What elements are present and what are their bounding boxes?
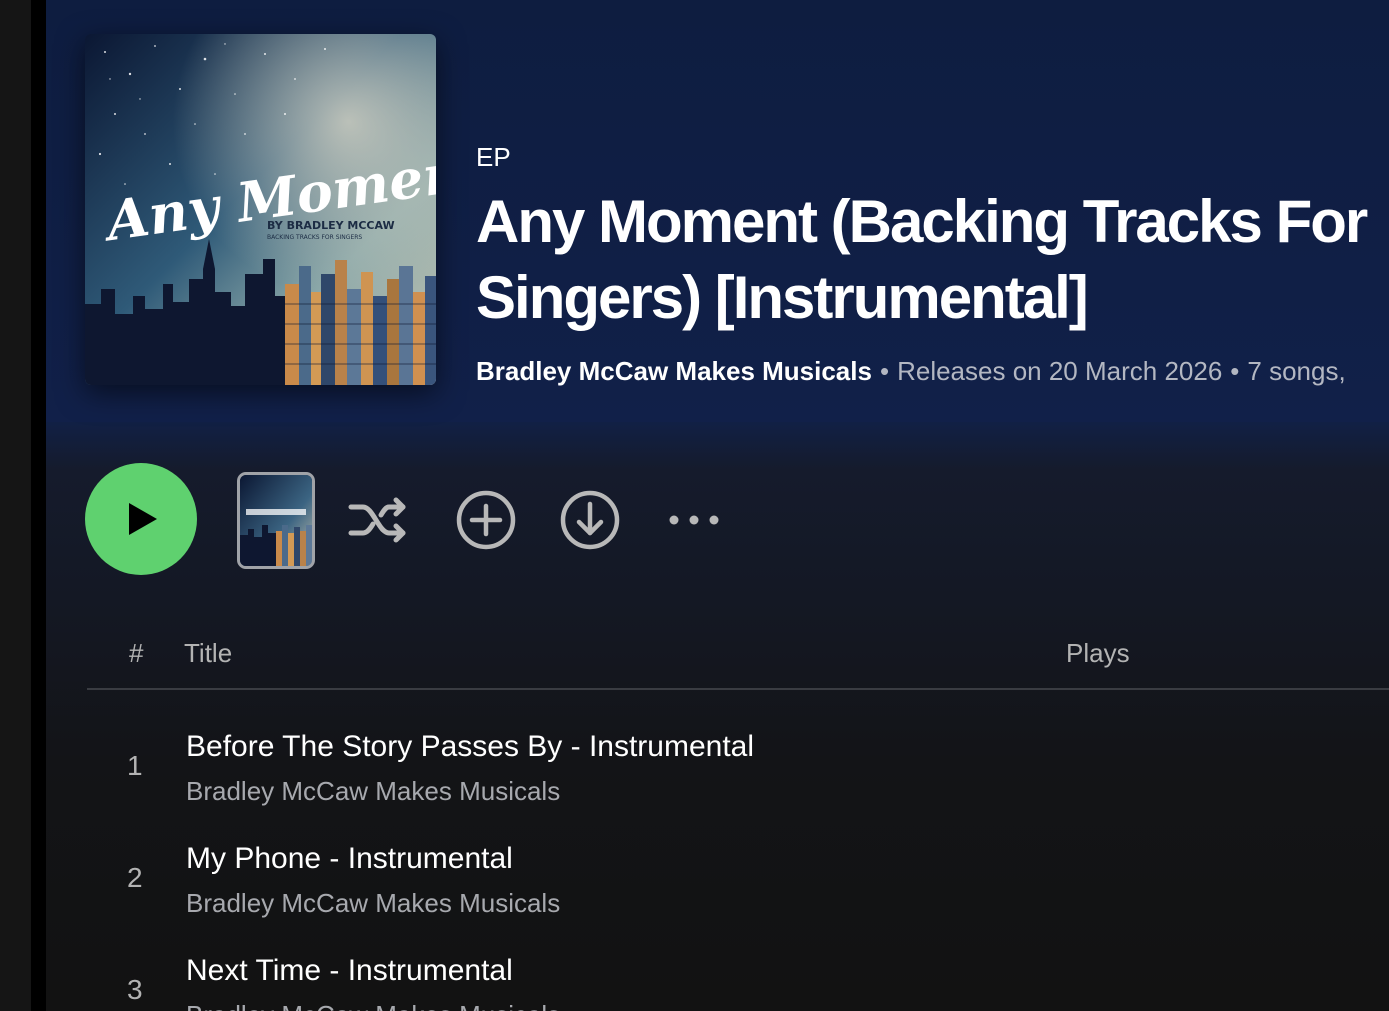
track-artist[interactable]: Bradley McCaw Makes Musicals (186, 776, 560, 807)
column-header-number: # (129, 638, 144, 668)
sidebar-divider[interactable] (31, 0, 46, 1011)
add-to-library-button[interactable] (455, 489, 517, 551)
action-bar (85, 463, 785, 575)
artist-link[interactable]: Bradley McCaw Makes Musicals (476, 356, 872, 386)
play-icon (129, 503, 157, 535)
track-artist[interactable]: Bradley McCaw Makes Musicals (186, 1000, 560, 1011)
track-title[interactable]: Next Time - Instrumental (186, 954, 513, 988)
app-window: Any Moment. BY BRADLEY MCCAW BACKING TRA… (0, 0, 1389, 1011)
album-page: Any Moment. BY BRADLEY MCCAW BACKING TRA… (46, 0, 1389, 1011)
release-info: Releases on 20 March 2026 (897, 356, 1223, 386)
album-title: Any Moment (Backing Tracks For Singers) … (476, 188, 1368, 331)
shuffle-button[interactable] (347, 489, 409, 551)
cover-sub-line: BACKING TRACKS FOR SINGERS (267, 234, 362, 241)
track-row[interactable]: 1 Before The Story Passes By - Instrumen… (87, 722, 1389, 834)
play-button[interactable] (85, 463, 197, 575)
tracklist: 1 Before The Story Passes By - Instrumen… (87, 722, 1389, 1011)
shuffle-icon (348, 497, 406, 543)
more-options-button[interactable] (663, 489, 725, 551)
album-cover-art[interactable]: Any Moment. BY BRADLEY MCCAW BACKING TRA… (85, 34, 436, 385)
download-button[interactable] (559, 489, 621, 551)
song-count: 7 songs, (1247, 356, 1346, 386)
track-number: 1 (127, 750, 143, 781)
tracklist-header: # Title Plays (87, 630, 1389, 690)
column-header-title[interactable]: Title (184, 638, 232, 669)
track-title[interactable]: Before The Story Passes By - Instrumenta… (186, 730, 754, 764)
add-circle-icon (456, 490, 516, 550)
track-artist[interactable]: Bradley McCaw Makes Musicals (186, 888, 560, 919)
album-header: Any Moment. BY BRADLEY MCCAW BACKING TRA… (46, 0, 1389, 422)
album-meta: EP Any Moment (Backing Tracks For Singer… (476, 140, 1389, 388)
track-row[interactable]: 2 My Phone - Instrumental Bradley McCaw … (87, 834, 1389, 946)
cover-by-line: BY BRADLEY MCCAW (267, 219, 395, 232)
track-number: 2 (127, 862, 143, 893)
more-horizontal-icon (669, 515, 719, 525)
album-byline: Bradley McCaw Makes Musicals • Releases on… (476, 354, 1389, 388)
separator-dot: • (879, 356, 890, 386)
left-sidebar-edge (0, 0, 31, 1011)
separator-dot: • (1230, 356, 1240, 386)
release-type-label: EP (476, 142, 511, 172)
track-title[interactable]: My Phone - Instrumental (186, 842, 513, 876)
track-number: 3 (127, 974, 143, 1005)
track-row[interactable]: 3 Next Time - Instrumental Bradley McCaw… (87, 946, 1389, 1011)
preview-thumbnail-button[interactable] (237, 472, 315, 569)
column-header-plays[interactable]: Plays (1066, 638, 1130, 669)
download-icon (560, 490, 620, 550)
